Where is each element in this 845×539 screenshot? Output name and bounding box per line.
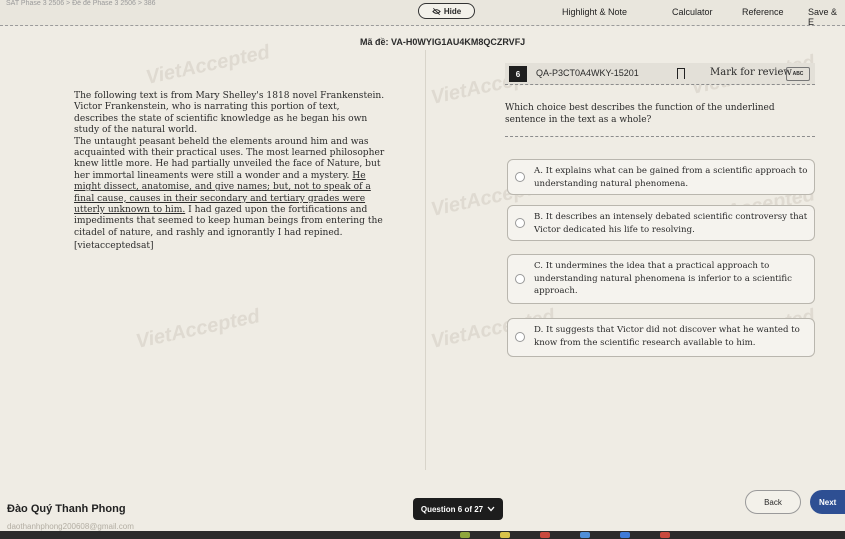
breadcrumb: SAT Phase 3 2506 > Đề đề Phase 3 2506 > …: [6, 0, 156, 7]
answer-option-a[interactable]: A. It explains what can be gained from a…: [507, 159, 815, 195]
student-email: daothanhphong200608@gmail.com: [7, 522, 134, 531]
pane-divider[interactable]: [425, 50, 426, 470]
answer-option-b[interactable]: B. It describes an intensely debated sci…: [507, 205, 815, 241]
question-id: QA-P3CT0A4WKY-15201: [536, 68, 639, 78]
watermark: VietAccepted: [133, 305, 262, 353]
passage-text: The untaught peasant beheld the elements…: [74, 136, 385, 181]
radio-icon[interactable]: [515, 172, 525, 182]
radio-icon[interactable]: [515, 332, 525, 342]
taskbar-app-icon[interactable]: [500, 532, 510, 538]
bookmark-icon[interactable]: [677, 68, 685, 83]
answer-option-d[interactable]: D. It suggests that Victor did not disco…: [507, 318, 815, 357]
chevron-down-icon: [487, 506, 495, 512]
option-text: A. It explains what can be gained from a…: [534, 166, 808, 189]
taskbar-app-icon[interactable]: [620, 532, 630, 538]
option-text: C. It undermines the idea that a practic…: [534, 261, 792, 296]
passage-tag: [vietacceptedsat]: [74, 241, 154, 252]
answer-option-c[interactable]: C. It undermines the idea that a practic…: [507, 254, 815, 304]
eye-off-icon: [432, 7, 441, 15]
student-name: Đào Quý Thanh Phong: [7, 503, 126, 515]
radio-icon[interactable]: [515, 274, 525, 284]
radio-icon[interactable]: [515, 218, 525, 228]
hide-label: Hide: [443, 6, 462, 16]
reading-passage: The following text is from Mary Shelley'…: [74, 91, 386, 253]
question-nav-label: Question 6 of 27: [420, 504, 484, 514]
taskbar: [0, 531, 845, 539]
save-exit-tool[interactable]: Save & E: [808, 7, 845, 27]
question-header: 6 QA-P3CT0A4WKY-15201 Mark for review AB…: [505, 63, 815, 85]
question-navigator-button[interactable]: Question 6 of 27: [413, 498, 503, 520]
exam-code: Mã đề: VA-H0WYIG1AU4KM8QCZRVFJ: [360, 37, 526, 47]
option-text: B. It describes an intensely debated sci…: [534, 212, 808, 235]
top-bar: SAT Phase 3 2506 > Đề đề Phase 3 2506 > …: [0, 0, 845, 27]
taskbar-app-icon[interactable]: [660, 532, 670, 538]
taskbar-app-icon[interactable]: [460, 532, 470, 538]
back-button[interactable]: Back: [745, 490, 801, 514]
taskbar-app-icon[interactable]: [580, 532, 590, 538]
calculator-tool[interactable]: Calculator: [672, 7, 713, 17]
question-number-badge: 6: [509, 66, 527, 82]
passage-body: The untaught peasant beheld the elements…: [74, 137, 386, 240]
highlight-note-tool[interactable]: Highlight & Note: [562, 7, 627, 17]
option-text: D. It suggests that Victor did not disco…: [534, 325, 800, 348]
mark-for-review[interactable]: Mark for review: [710, 67, 792, 78]
taskbar-app-icon[interactable]: [540, 532, 550, 538]
strikethrough-toggle[interactable]: ABC: [786, 67, 810, 81]
passage-intro: The following text is from Mary Shelley'…: [74, 91, 385, 136]
watermark: VietAccepted: [143, 41, 272, 89]
hide-button[interactable]: Hide: [418, 3, 475, 19]
next-button[interactable]: Next: [810, 490, 845, 514]
reference-tool[interactable]: Reference: [742, 7, 784, 17]
question-stem: Which choice best describes the function…: [505, 102, 815, 137]
